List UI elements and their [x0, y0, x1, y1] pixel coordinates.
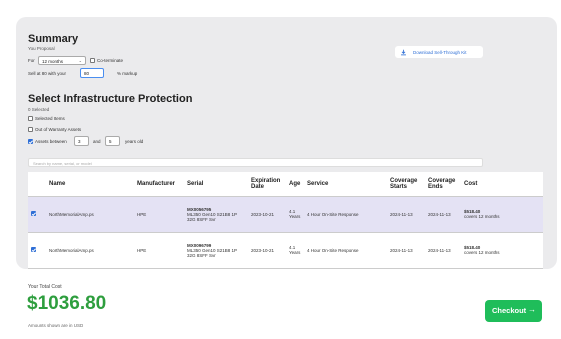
currency-note: Amounts shown are in USD	[28, 323, 84, 328]
arrow-right-icon: →	[528, 305, 536, 314]
table-row[interactable]: NorthMemorialAmp.ps HPE MX0056795 ML350 …	[28, 196, 543, 233]
row-checkbox[interactable]	[31, 247, 36, 252]
row-manufacturer: HPE	[134, 232, 184, 269]
chevron-down-icon: ⌄	[78, 58, 82, 63]
summary-title: Summary	[28, 33, 79, 45]
column-header-age[interactable]: Age	[286, 172, 304, 197]
row-cost-cell: $518.40 covers 12 months	[461, 232, 543, 269]
row-serial-desc: ML350 Gen10 S21B8 1P 32G 8SFF Svr	[187, 247, 237, 258]
row-name: NorthMemorialAmp.ps	[46, 232, 134, 269]
column-header-service[interactable]: Service	[304, 172, 387, 197]
row-service: 4 Hour On-Site Response	[304, 196, 387, 233]
row-service: 4 Hour On-Site Response	[304, 232, 387, 269]
total-cost-label: Your Total Cost	[28, 284, 62, 290]
row-checkbox[interactable]	[31, 211, 36, 216]
assets-between-label: Assets between	[35, 139, 67, 144]
row-cost-cell: $518.40 covers 12 months	[461, 196, 543, 233]
markup-suffix: % markup	[117, 71, 138, 76]
row-coverage-start: 2024-11-13	[387, 232, 425, 269]
and-label: and	[93, 139, 101, 144]
coterminate-checkbox[interactable]	[90, 58, 95, 63]
column-header-serial[interactable]: Serial	[184, 172, 248, 197]
search-input[interactable]: Search by name, serial, or model	[28, 158, 483, 167]
row-serial-cell: MX0096799 ML350 Gen10 S21B8 1P 32G 8SFF …	[184, 232, 248, 269]
row-age: 4.1 Years	[286, 196, 304, 233]
assets-table: Name Manufacturer Serial Expiration Date…	[28, 172, 543, 269]
selected-count: 0 Selected	[28, 107, 50, 112]
row-coverage-end: 2024-11-13	[425, 232, 461, 269]
coterminate-label: Co-terminate	[97, 58, 124, 63]
row-cost-note: covers 12 months	[464, 214, 500, 219]
download-kit-label: Download Sell-Through Kit	[413, 49, 467, 55]
row-coverage-end: 2024-11-13	[425, 196, 461, 233]
years-old-label: years old	[125, 139, 144, 144]
column-header-coverage-ends[interactable]: Coverage Ends	[425, 172, 461, 197]
column-header-name[interactable]: Name	[46, 172, 134, 197]
out-of-warranty-checkbox[interactable]	[28, 127, 33, 132]
column-header-coverage-starts[interactable]: Coverage Starts	[387, 172, 425, 197]
assets-between-checkbox[interactable]	[28, 139, 33, 144]
table-header-row: Name Manufacturer Serial Expiration Date…	[28, 172, 543, 197]
checkout-button[interactable]: Checkout →	[485, 300, 542, 322]
table-row[interactable]: NorthMemorialAmp.ps HPE MX0096799 ML350 …	[28, 232, 543, 269]
row-coverage-start: 2024-11-13	[387, 196, 425, 233]
sell-label: Sell at 80 with your	[28, 71, 67, 76]
row-serial-cell: MX0056795 ML350 Gen10 S21B8 1P 32G 8SFF …	[184, 196, 248, 233]
markup-input[interactable]: 80	[80, 68, 104, 78]
row-serial-desc: ML350 Gen10 S21B8 1P 32G 8SFF Svr	[187, 211, 237, 222]
row-expiration: 2023-10-21	[248, 196, 286, 233]
column-header-manufacturer[interactable]: Manufacturer	[134, 172, 184, 197]
row-expiration: 2023-10-21	[248, 232, 286, 269]
row-age: 4.1 Years	[286, 232, 304, 269]
summary-subtitle: You Proposal	[28, 46, 55, 51]
out-of-warranty-label: Out of Warranty Assets	[35, 127, 82, 132]
total-cost-value: $1036.80	[27, 293, 107, 314]
years-to-input[interactable]: 5	[105, 136, 120, 146]
select-column-header	[28, 172, 46, 197]
term-value: 12 months	[42, 58, 64, 64]
checkout-label: Checkout	[492, 306, 527, 315]
years-from-input[interactable]: 3	[74, 136, 89, 146]
protection-title: Select Infrastructure Protection	[28, 93, 193, 105]
column-header-expiration[interactable]: Expiration Date	[248, 172, 286, 197]
column-header-cost[interactable]: Cost	[461, 172, 543, 197]
term-select[interactable]: 12 months ⌄	[38, 56, 86, 65]
download-icon	[401, 49, 406, 55]
row-name: NorthMemorialAmp.ps	[46, 196, 134, 233]
download-kit-button[interactable]: Download Sell-Through Kit	[395, 46, 483, 58]
row-manufacturer: HPE	[134, 196, 184, 233]
selected-items-label: Selected Items	[35, 116, 65, 121]
row-cost-note: covers 12 months	[464, 250, 500, 255]
for-label: For	[28, 58, 35, 63]
selected-items-checkbox[interactable]	[28, 116, 33, 121]
